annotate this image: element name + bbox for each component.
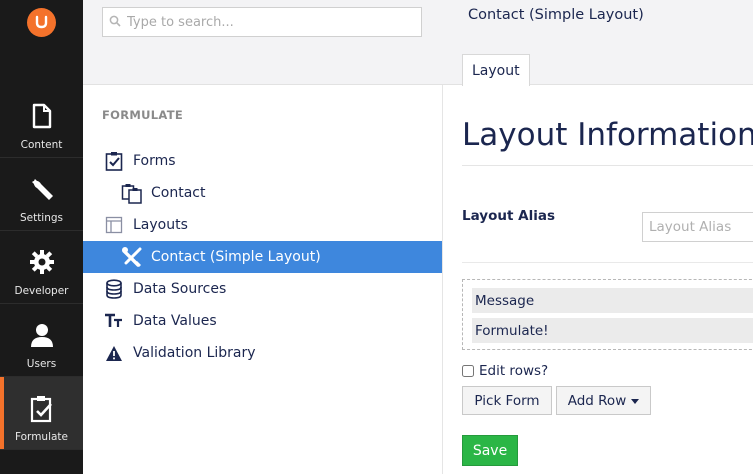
tree-node-validation-library[interactable]: Validation Library xyxy=(83,337,442,369)
divider xyxy=(462,262,753,263)
layout-alias-input[interactable] xyxy=(642,212,753,242)
section-content[interactable]: Content xyxy=(0,85,83,158)
text-size-icon xyxy=(105,313,122,327)
save-label: Save xyxy=(472,442,508,459)
tree-node-label: Forms xyxy=(133,153,176,169)
section-heading: Layout Information xyxy=(462,117,753,153)
search-icon xyxy=(109,15,121,27)
logo-area xyxy=(0,0,83,84)
section-users[interactable]: Users xyxy=(0,304,83,377)
umbraco-logo[interactable] xyxy=(27,8,56,37)
divider xyxy=(462,165,753,166)
editor-title: Contact (Simple Layout) xyxy=(468,7,644,23)
database-icon xyxy=(106,279,122,299)
add-row-label: Add Row xyxy=(567,392,627,409)
tree-node-data-values[interactable]: Data Values xyxy=(83,305,442,337)
editor-panel: Contact (Simple Layout) Layout Layout In… xyxy=(443,0,753,474)
tree-panel: FORMULATE Forms Contact Layouts Contact … xyxy=(83,0,443,474)
tree-node-label: Validation Library xyxy=(133,345,256,361)
app-sidebar: Content Settings Developer Users Formula… xyxy=(0,0,83,474)
wrench-icon xyxy=(31,179,53,200)
section-formulate[interactable]: Formulate xyxy=(0,377,83,450)
warning-icon xyxy=(106,345,122,361)
search-input[interactable] xyxy=(127,11,417,33)
tree-section-title: FORMULATE xyxy=(102,108,184,122)
tree-node-forms[interactable]: Forms xyxy=(83,145,442,177)
layout-alias-label: Layout Alias xyxy=(462,208,555,224)
save-button[interactable]: Save xyxy=(462,435,518,466)
pick-form-button[interactable]: Pick Form xyxy=(462,386,552,415)
clipboard-check-icon xyxy=(105,152,123,171)
section-label: Developer xyxy=(14,285,69,297)
layout-row-cell[interactable]: Formulate! xyxy=(472,318,753,343)
tree-node-label: Contact (Simple Layout) xyxy=(151,249,321,265)
tree-node-contact-simple-layout[interactable]: Contact (Simple Layout) xyxy=(83,241,442,273)
tree-node-label: Data Sources xyxy=(133,281,227,297)
search-box[interactable] xyxy=(102,7,422,37)
section-settings[interactable]: Settings xyxy=(0,158,83,231)
layout-icon xyxy=(105,216,123,234)
tab-layout[interactable]: Layout xyxy=(462,54,530,86)
tree-node-contact-form[interactable]: Contact xyxy=(83,177,442,209)
layout-rows-container: Message Formulate! xyxy=(462,279,753,350)
tree-node-label: Data Values xyxy=(133,313,217,329)
user-icon xyxy=(30,324,53,347)
tree-header xyxy=(83,0,443,85)
document-icon xyxy=(32,103,51,129)
section-label: Settings xyxy=(19,212,64,224)
tree-node-label: Contact xyxy=(151,185,206,201)
edit-rows-label: Edit rows? xyxy=(479,363,549,379)
gear-icon xyxy=(29,250,54,274)
layout-row-cell[interactable]: Message xyxy=(472,288,753,313)
caret-down-icon xyxy=(631,399,640,404)
tools-icon xyxy=(122,247,142,267)
section-label: Content xyxy=(20,139,63,151)
add-row-button[interactable]: Add Row xyxy=(556,386,651,415)
tree-node-data-sources[interactable]: Data Sources xyxy=(83,273,442,305)
section-developer[interactable]: Developer xyxy=(0,231,83,304)
editor-header: Contact (Simple Layout) Layout xyxy=(443,0,753,86)
edit-rows-checkbox[interactable] xyxy=(462,365,474,377)
tree-node-label: Layouts xyxy=(133,217,188,233)
section-label: Formulate xyxy=(14,431,69,443)
pick-form-label: Pick Form xyxy=(474,392,540,409)
section-label: Users xyxy=(26,358,57,370)
clipboards-icon xyxy=(121,184,142,204)
clipboard-check-icon xyxy=(30,396,52,423)
edit-rows-toggle[interactable]: Edit rows? xyxy=(462,363,548,379)
u-logo-icon xyxy=(35,15,48,29)
tree-node-layouts[interactable]: Layouts xyxy=(83,209,442,241)
